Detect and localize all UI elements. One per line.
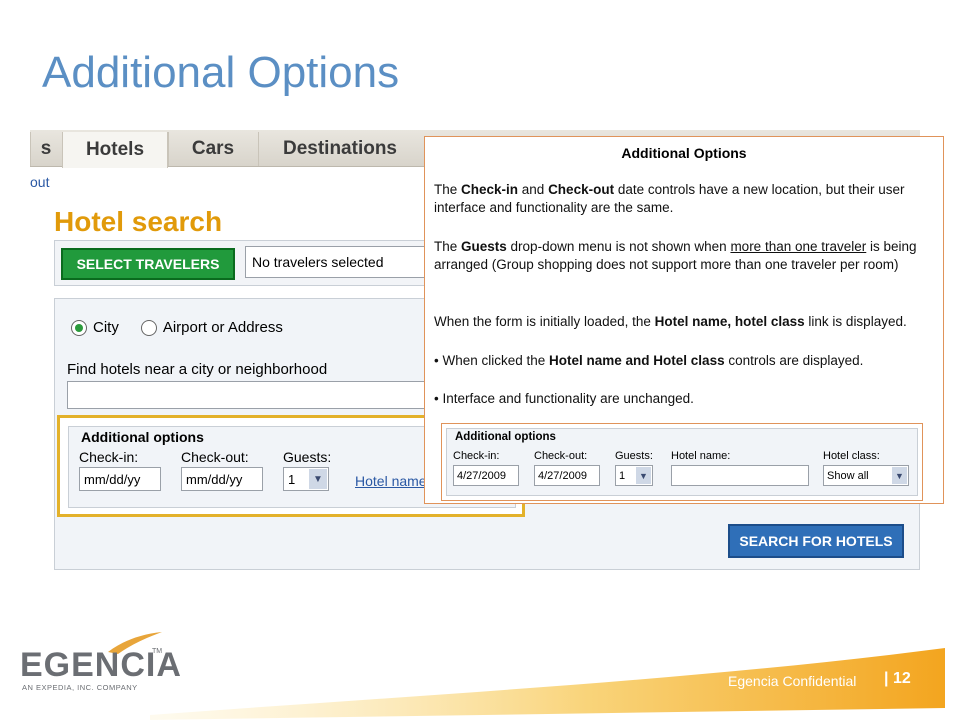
guests-select[interactable]: 1 ▼ bbox=[283, 467, 329, 491]
callout-text-run: link is displayed. bbox=[804, 314, 907, 329]
mini-checkin-input[interactable]: 4/27/2009 bbox=[453, 465, 519, 486]
callout-text-run: and bbox=[518, 182, 549, 197]
radio-unselected-icon bbox=[140, 319, 157, 336]
chevron-down-icon: ▼ bbox=[892, 467, 907, 484]
hotel-name-link[interactable]: Hotel name bbox=[355, 473, 427, 489]
mini-guests-select[interactable]: 1 ▼ bbox=[615, 465, 653, 486]
mini-hotel-name-input[interactable] bbox=[671, 465, 809, 486]
tab-previous[interactable]: s bbox=[30, 132, 61, 166]
confidential-label: Egencia Confidential bbox=[728, 673, 857, 689]
search-for-hotels-button[interactable]: SEARCH FOR HOTELS bbox=[728, 524, 904, 558]
additional-options-legend: Additional options bbox=[81, 429, 204, 445]
callout-text-run: controls are displayed. bbox=[724, 353, 864, 368]
select-travelers-button[interactable]: SELECT TRAVELERS bbox=[61, 248, 235, 280]
find-hotels-label: Find hotels near a city or neighborhood bbox=[67, 361, 328, 378]
tab-destinations[interactable]: Destinations bbox=[258, 132, 421, 166]
mini-checkout-input[interactable]: 4/27/2009 bbox=[534, 465, 600, 486]
mini-checkin-label: Check-in: bbox=[453, 450, 500, 462]
callout-paragraph-3: When the form is initially loaded, the H… bbox=[434, 313, 930, 331]
radio-selected-icon bbox=[71, 319, 87, 336]
callout-paragraph-1: The Check-in and Check-out date controls… bbox=[434, 181, 930, 217]
callout-box: Additional Options The Check-in and Chec… bbox=[424, 136, 944, 504]
callout-text-run: Hotel name, hotel class bbox=[654, 314, 805, 329]
callout-paragraph-2: The Guests drop-down menu is not shown w… bbox=[434, 238, 930, 274]
callout-text-run: The bbox=[434, 239, 462, 254]
checkout-input[interactable]: mm/dd/yy bbox=[181, 467, 263, 491]
mini-hotel-class-select[interactable]: Show all ▼ bbox=[823, 465, 909, 486]
checkout-label: Check-out: bbox=[181, 449, 249, 465]
callout-text-run: Check-in bbox=[461, 182, 519, 197]
logo-trademark: TM bbox=[152, 648, 163, 655]
mini-hotel-class-value: Show all bbox=[827, 469, 869, 482]
mini-hotel-class-label: Hotel class: bbox=[823, 450, 880, 462]
callout-title: Additional Options bbox=[621, 145, 747, 161]
hotel-search-title: Hotel search bbox=[54, 206, 223, 237]
callout-text-run: • Interface and functionality are unchan… bbox=[434, 391, 694, 406]
callout-text-run: drop-down menu is not shown when bbox=[506, 239, 731, 254]
slide-title: Additional Options bbox=[42, 48, 400, 97]
mini-legend: Additional options bbox=[455, 431, 556, 443]
find-hotels-input[interactable] bbox=[67, 381, 429, 409]
mini-guests-value: 1 bbox=[619, 469, 626, 482]
callout-text-run: The bbox=[434, 182, 462, 197]
callout-text-run: When the form is initially loaded, the bbox=[434, 314, 655, 329]
page-number-value: 12 bbox=[892, 670, 911, 687]
tab-hotels[interactable]: Hotels bbox=[62, 132, 168, 168]
guests-value: 1 bbox=[288, 471, 296, 487]
guests-label: Guests: bbox=[283, 449, 332, 465]
callout-text-run: Guests bbox=[461, 239, 507, 254]
radio-airport[interactable]: Airport or Address bbox=[140, 319, 283, 336]
page-number: | 12 bbox=[884, 670, 911, 688]
radio-city[interactable]: City bbox=[71, 319, 119, 336]
mini-checkout-label: Check-out: bbox=[534, 450, 588, 462]
new-additional-options-preview: Additional options Check-in: Check-out: … bbox=[441, 423, 923, 501]
mini-fieldset: Additional options Check-in: Check-out: … bbox=[446, 428, 918, 496]
location-type-radios: City Airport or Address bbox=[71, 319, 283, 336]
checkin-label: Check-in: bbox=[79, 449, 139, 465]
checkin-input[interactable]: mm/dd/yy bbox=[79, 467, 161, 491]
callout-bullet-2: • Interface and functionality are unchan… bbox=[434, 390, 930, 408]
radio-airport-label: Airport or Address bbox=[162, 319, 283, 336]
callout-text-run: Check-out bbox=[548, 182, 615, 197]
tab-cars[interactable]: Cars bbox=[168, 132, 257, 166]
logo-tagline: AN EXPEDIA, INC. COMPANY bbox=[22, 683, 138, 692]
chevron-down-icon: ▼ bbox=[636, 467, 651, 484]
mini-guests-label: Guests: bbox=[615, 450, 653, 462]
callout-text-run: • When clicked the bbox=[434, 353, 550, 368]
mini-hotel-name-label: Hotel name: bbox=[671, 450, 731, 462]
callout-text-run: more than one traveler bbox=[730, 239, 867, 254]
egencia-logo: EGENCIA TM AN EXPEDIA, INC. COMPANY bbox=[20, 632, 190, 692]
page-separator: | bbox=[884, 670, 889, 687]
chevron-down-icon: ▼ bbox=[309, 469, 327, 489]
callout-text-run: Hotel name and Hotel class bbox=[549, 353, 725, 368]
callout-bullet-1: • When clicked the Hotel name and Hotel … bbox=[434, 352, 930, 370]
radio-city-label: City bbox=[93, 319, 119, 336]
header-link[interactable]: out bbox=[30, 174, 49, 190]
